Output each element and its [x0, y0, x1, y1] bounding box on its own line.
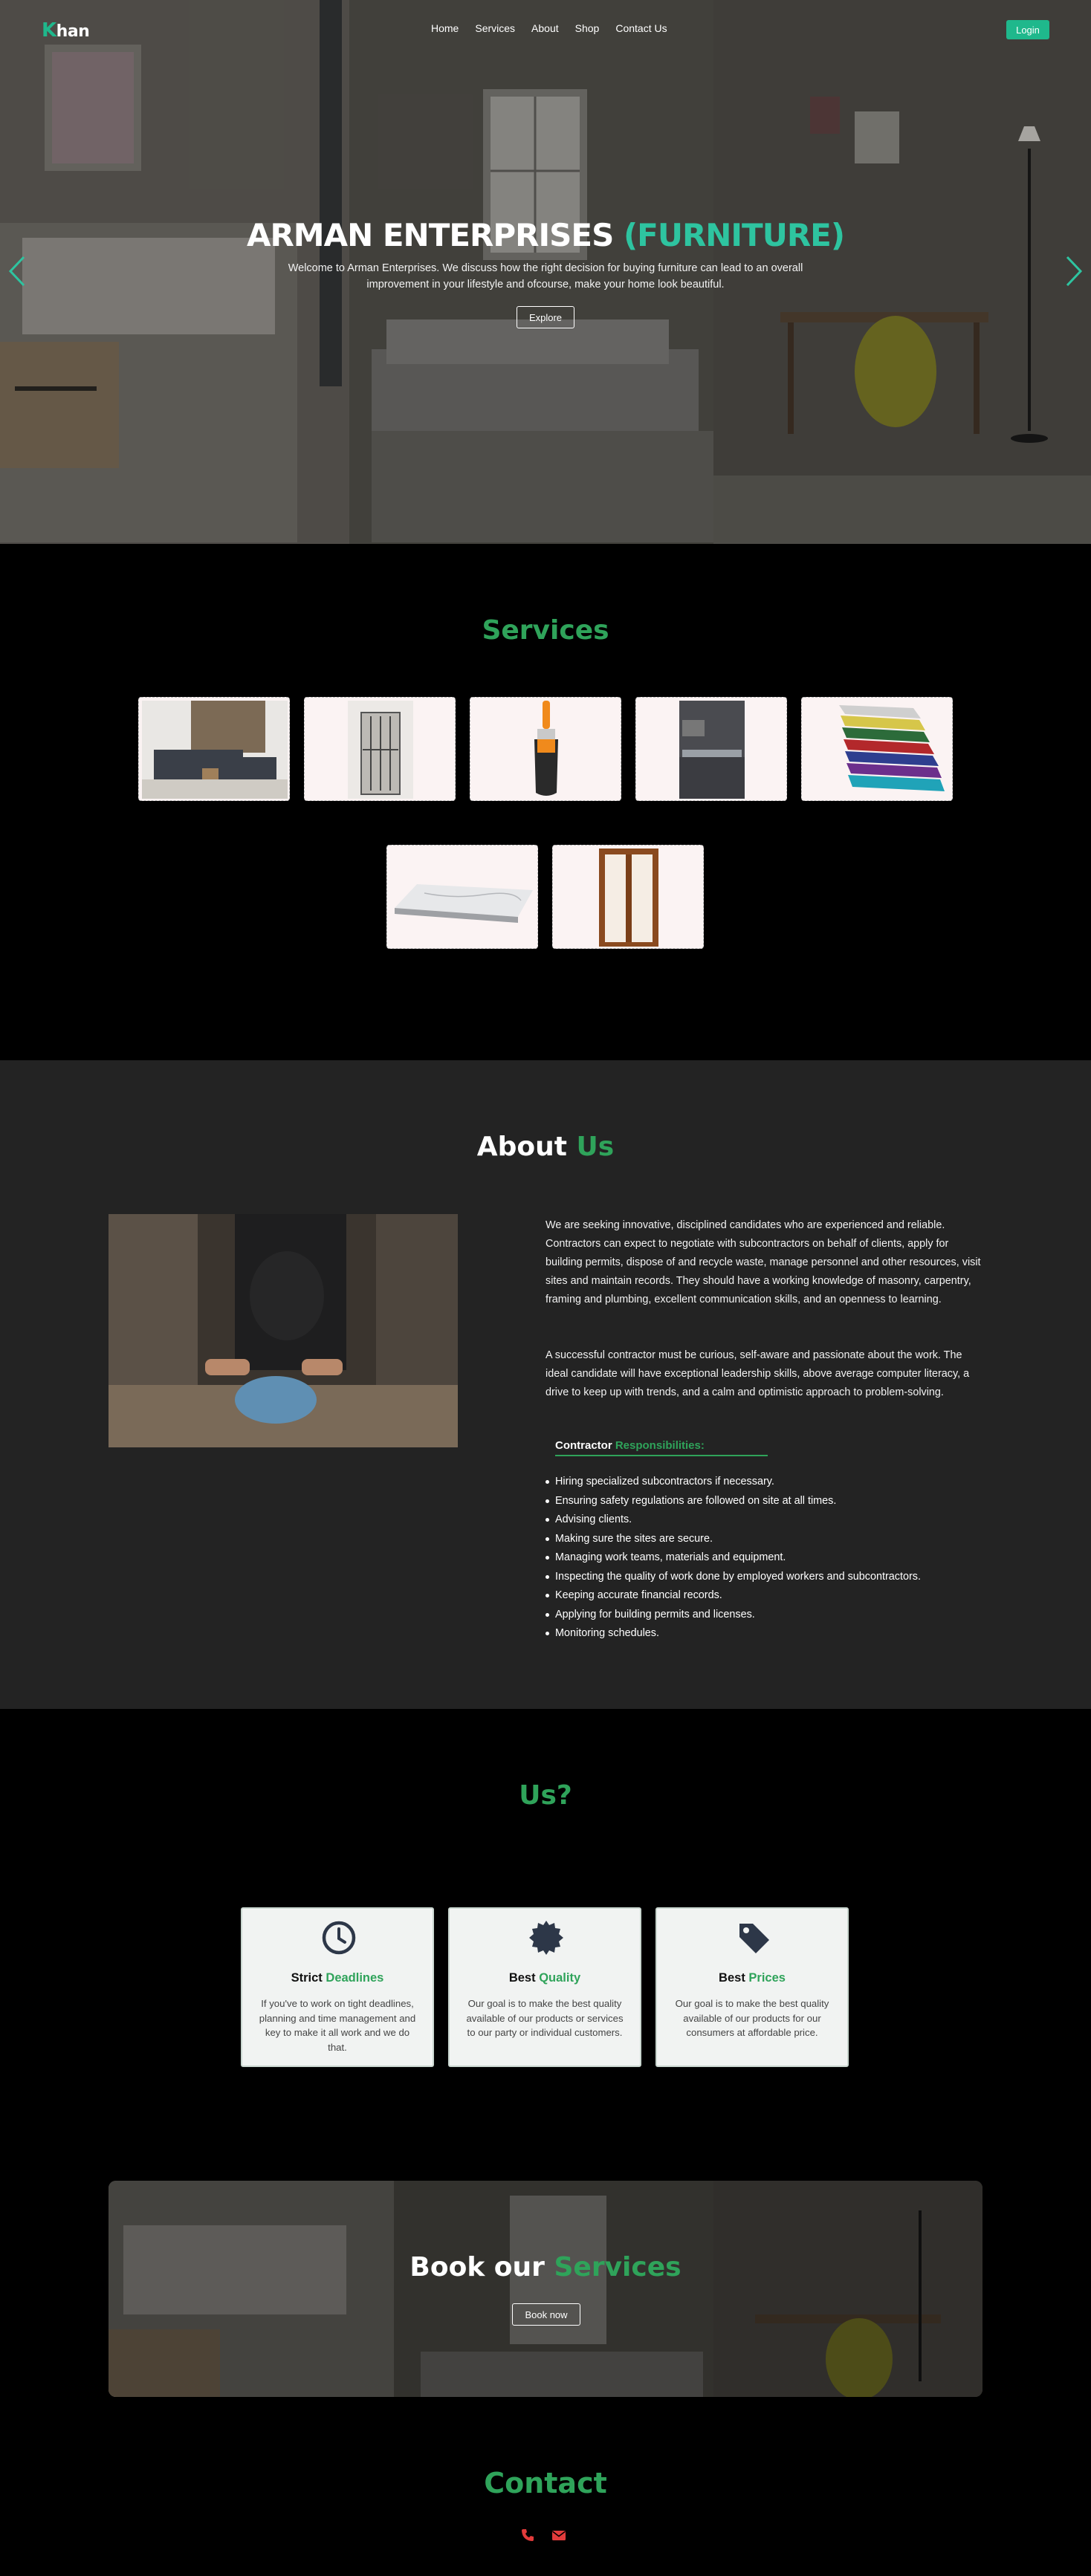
marble-slab-image — [395, 884, 533, 923]
book-now-button[interactable]: Book now — [512, 2303, 580, 2326]
list-item: Monitoring schedules. — [546, 1624, 1001, 1644]
service-card-window[interactable] — [552, 845, 704, 949]
responsibilities-heading: Contractor Responsibilities: — [555, 1439, 768, 1456]
nav-links: Home Services About Shop Contact Us — [431, 22, 667, 34]
door-image — [348, 701, 413, 799]
chevron-left-icon — [8, 256, 25, 287]
envelope-icon[interactable] — [551, 2528, 566, 2543]
nav-link-contact[interactable]: Contact Us — [615, 22, 667, 34]
clock-icon — [322, 1921, 356, 1955]
service-card-roofing[interactable] — [801, 697, 953, 801]
contact-icons — [520, 2528, 566, 2543]
wooden-window-image — [599, 849, 658, 947]
logo-text: han — [56, 22, 90, 41]
list-item: Inspecting the quality of work done by e… — [546, 1568, 1001, 1587]
feature-description: If you've to work on tight deadlines, pl… — [259, 1998, 416, 2053]
badge-icon — [529, 1921, 563, 1955]
login-button[interactable]: Login — [1006, 20, 1049, 39]
feature-title-accent: Deadlines — [326, 1971, 384, 1985]
book-title: Book our Services — [109, 2252, 982, 2283]
feature-title: Best Prices — [657, 1971, 847, 1985]
feature-title-accent: Prices — [748, 1971, 786, 1985]
responsibilities-heading-main: Contractor — [555, 1439, 612, 1452]
feature-title: Strict Deadlines — [242, 1971, 433, 1985]
list-item: Keeping accurate financial records. — [546, 1586, 1001, 1606]
brand-logo[interactable]: Khan — [42, 19, 90, 42]
carousel-prev-button[interactable] — [6, 253, 28, 290]
contact-title: Contact — [484, 2467, 607, 2499]
book-title-main: Book our — [409, 2252, 545, 2283]
top-navbar: Khan Home Services About Shop Contact Us… — [0, 0, 1091, 58]
service-card-kitchen[interactable] — [635, 697, 787, 801]
hero-subtitle: Welcome to Arman Enterprises. We discuss… — [288, 262, 803, 291]
about-section: About Us We are seeking innovative, disc… — [0, 1060, 1091, 1709]
paint-brush-image — [534, 701, 558, 796]
carousel-next-button[interactable] — [1063, 253, 1085, 290]
list-item: Ensuring safety regulations are followed… — [546, 1492, 1001, 1511]
feature-card-deadlines: Strict Deadlines If you've to work on ti… — [241, 1907, 434, 2067]
feature-description: Our goal is to make the best quality ava… — [675, 1998, 829, 2038]
nav-link-about[interactable]: About — [531, 22, 559, 34]
book-services-banner: Book our Services Book now — [109, 2181, 982, 2397]
book-title-accent: Services — [554, 2252, 682, 2283]
explore-button[interactable]: Explore — [517, 306, 574, 328]
service-card-door[interactable] — [304, 697, 456, 801]
feature-title: Best Quality — [450, 1971, 640, 1985]
hero-title-accent: (FURNITURE) — [623, 217, 845, 253]
feature-title-accent: Quality — [539, 1971, 581, 1985]
service-card-sofa[interactable] — [138, 697, 290, 801]
list-item: Applying for building permits and licens… — [546, 1606, 1001, 1625]
about-title-accent: Us — [576, 1132, 615, 1162]
feature-card-prices: Best Prices Our goal is to make the best… — [655, 1907, 849, 2067]
about-title: About Us — [0, 1132, 1091, 1162]
why-us-section: Us? Strict Deadlines If you've to work o… — [0, 1709, 1091, 2158]
list-item: Hiring specialized subcontractors if nec… — [546, 1473, 1001, 1492]
sofa-image — [142, 701, 288, 799]
why-us-title: Us? — [519, 1780, 572, 1811]
about-title-main: About — [476, 1132, 567, 1162]
feature-card-quality: Best Quality Our goal is to make the bes… — [448, 1907, 641, 2067]
services-title: Services — [482, 615, 609, 646]
hero-banner: Khan Home Services About Shop Contact Us… — [0, 0, 1091, 544]
list-item: Managing work teams, materials and equip… — [546, 1548, 1001, 1568]
about-paragraph-1: We are seeking innovative, disciplined c… — [546, 1219, 981, 1305]
responsibilities-heading-accent: Responsibilities: — [615, 1439, 705, 1452]
services-section: Services — [0, 544, 1091, 1060]
feature-description: Our goal is to make the best quality ava… — [466, 1998, 624, 2038]
responsibilities-list: Hiring specialized subcontractors if nec… — [546, 1473, 1001, 1644]
logo-initial: K — [42, 19, 56, 42]
nav-link-home[interactable]: Home — [431, 22, 459, 34]
about-paragraph-2: A successful contractor must be curious,… — [546, 1349, 970, 1398]
kitchen-image — [679, 701, 745, 799]
hero-title: ARMAN ENTERPRISES (FURNITURE) — [0, 217, 1091, 253]
feature-title-main: Strict — [291, 1971, 323, 1985]
list-item: Making sure the sites are secure. — [546, 1530, 1001, 1549]
roofing-sheets-image — [839, 705, 945, 791]
feature-title-main: Best — [719, 1971, 745, 1985]
feature-title-main: Best — [508, 1971, 536, 1985]
service-card-paint[interactable] — [470, 697, 621, 801]
service-card-marble[interactable] — [386, 845, 538, 949]
list-item: Advising clients. — [546, 1511, 1001, 1530]
hero-title-main: ARMAN ENTERPRISES — [246, 217, 614, 253]
chevron-right-icon — [1066, 256, 1083, 287]
nav-link-shop[interactable]: Shop — [575, 22, 600, 34]
book-dark-overlay — [109, 2181, 982, 2397]
phone-icon[interactable] — [520, 2528, 535, 2543]
worker-photo — [109, 1214, 458, 1447]
price-tag-icon — [739, 1924, 769, 1953]
about-image — [109, 1214, 458, 1447]
nav-link-services[interactable]: Services — [475, 22, 515, 34]
